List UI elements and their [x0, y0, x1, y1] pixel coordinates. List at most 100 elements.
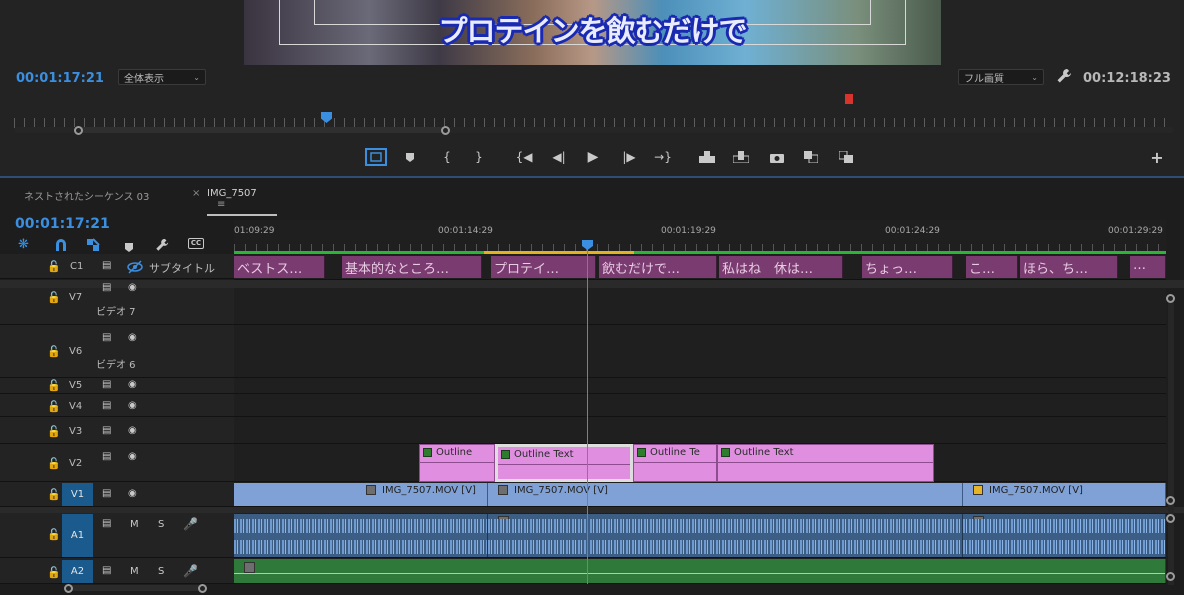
graphics-clip-selected[interactable]: Outline Text: [495, 444, 633, 482]
track-name-a1[interactable]: A1: [62, 514, 93, 557]
track-header-v1[interactable]: [0, 482, 234, 507]
track-header-v2[interactable]: [0, 444, 234, 482]
mute-button[interactable]: M: [130, 566, 139, 577]
video-clip[interactable]: IMG_7507.MOV [V]: [963, 483, 1166, 506]
track-header-v4[interactable]: [0, 394, 234, 417]
eye-icon[interactable]: ◉: [128, 332, 137, 343]
mark-in-button[interactable]: {: [436, 148, 458, 166]
lock-icon[interactable]: 🔓: [47, 425, 61, 438]
eye-icon[interactable]: ◉: [128, 400, 137, 411]
timeline-timecode[interactable]: 00:01:17:21: [15, 216, 110, 232]
eye-icon[interactable]: ◉: [128, 425, 137, 436]
add-marker-button[interactable]: [399, 148, 421, 166]
horizontal-scrollbar[interactable]: [66, 585, 206, 591]
mute-button[interactable]: M: [130, 519, 139, 530]
eye-icon[interactable]: ◉: [128, 488, 137, 499]
mark-out-button[interactable]: }: [468, 148, 490, 166]
captions-cc-icon[interactable]: CC: [188, 238, 204, 249]
monitor-zoom-bar[interactable]: [76, 127, 450, 133]
caption-clip[interactable]: ほら、ち…: [1020, 256, 1118, 278]
eye-hidden-icon[interactable]: [127, 259, 143, 274]
hscroll-left-handle[interactable]: [64, 584, 73, 593]
caption-clip[interactable]: 基本的なところ…: [342, 256, 482, 278]
program-video-frame[interactable]: プロテインを飲むだけで: [244, 0, 941, 65]
add-marker-icon[interactable]: [124, 238, 134, 252]
vscroll-top-handle[interactable]: [1166, 294, 1175, 303]
track-header-a2[interactable]: [0, 558, 234, 584]
caption-clip[interactable]: ちょっ…: [862, 256, 953, 278]
audio-clip-a2[interactable]: [234, 559, 1166, 583]
go-to-out-button[interactable]: →}: [652, 148, 674, 166]
solo-button[interactable]: S: [158, 566, 164, 577]
wrench-icon[interactable]: [1056, 68, 1072, 84]
tab-nested-sequence[interactable]: ネストされたシーケンス 03: [24, 188, 149, 203]
volume-line[interactable]: [234, 573, 1165, 574]
microphone-icon[interactable]: 🎤: [183, 517, 198, 531]
lock-icon[interactable]: 🔓: [47, 291, 61, 304]
snap-icon[interactable]: [54, 237, 68, 251]
export-frame-button[interactable]: [766, 148, 788, 166]
video-clip[interactable]: IMG_7507.MOV [V]: [234, 483, 488, 506]
lock-icon[interactable]: 🔓: [47, 345, 61, 358]
lane-v5[interactable]: [234, 378, 1166, 394]
lock-icon[interactable]: 🔓: [47, 379, 61, 392]
graphics-clip[interactable]: Outline Te: [633, 444, 717, 482]
track-name-a2[interactable]: A2: [62, 560, 93, 583]
button-editor-plus-button[interactable]: +: [1146, 148, 1168, 167]
lock-icon[interactable]: 🔓: [47, 566, 61, 579]
sync-lock-icon[interactable]: ▤: [102, 379, 111, 390]
playback-quality-select[interactable]: フル画質 ⌄: [958, 69, 1044, 85]
track-header-v3[interactable]: [0, 417, 234, 444]
lane-v6[interactable]: [234, 325, 1166, 378]
menu-icon[interactable]: ≡: [217, 199, 225, 210]
zoom-level-select[interactable]: 全体表示 ⌄: [118, 69, 206, 85]
lane-v3[interactable]: [234, 417, 1166, 444]
lock-icon[interactable]: 🔓: [47, 260, 61, 273]
vscroll-handle[interactable]: [1166, 496, 1175, 505]
sync-lock-icon[interactable]: ▤: [102, 260, 111, 271]
audio-clip[interactable]: [234, 514, 488, 557]
step-back-button[interactable]: ◀|: [548, 148, 570, 166]
caption-clip[interactable]: ベストス…: [234, 256, 325, 278]
timeline-playhead[interactable]: [587, 244, 588, 584]
safe-margins-button[interactable]: [365, 148, 387, 166]
lane-v7[interactable]: [234, 288, 1166, 325]
lock-icon[interactable]: 🔓: [47, 457, 61, 470]
insert-button[interactable]: [696, 148, 718, 166]
caption-clip[interactable]: プロテイ…: [491, 256, 596, 278]
graphics-clip[interactable]: Outline: [419, 444, 495, 482]
marker-red[interactable]: [845, 94, 853, 104]
play-button[interactable]: ▶: [582, 148, 604, 166]
audio-clip[interactable]: [488, 514, 963, 557]
toggle-proxies-button[interactable]: [835, 148, 857, 166]
caption-clip[interactable]: …: [1130, 256, 1166, 278]
nest-toggle-icon[interactable]: ❋: [18, 237, 29, 252]
timeline-settings-wrench-icon[interactable]: [155, 237, 169, 251]
sync-lock-icon[interactable]: ▤: [102, 488, 111, 499]
lock-icon[interactable]: 🔓: [47, 488, 61, 501]
track-header-v5[interactable]: [0, 378, 234, 394]
comparison-view-button[interactable]: [800, 148, 822, 166]
vscroll-handle[interactable]: [1166, 572, 1175, 581]
step-forward-button[interactable]: |▶: [618, 148, 640, 166]
overwrite-button[interactable]: [730, 148, 752, 166]
sync-lock-icon[interactable]: ▤: [102, 282, 111, 293]
track-header-a1[interactable]: [0, 513, 234, 558]
tab-img-7507[interactable]: IMG_7507 ≡: [207, 188, 277, 216]
eye-icon[interactable]: ◉: [128, 451, 137, 462]
eye-icon[interactable]: ◉: [128, 282, 137, 293]
playhead-timecode[interactable]: 00:01:17:21: [16, 71, 104, 86]
caption-clip[interactable]: こ…: [966, 256, 1018, 278]
tab-close-icon[interactable]: ×: [192, 188, 200, 199]
lock-icon[interactable]: 🔓: [47, 400, 61, 413]
graphics-clip[interactable]: Outline Text: [717, 444, 934, 482]
vscroll-handle[interactable]: [1166, 514, 1175, 523]
caption-clip[interactable]: 私はね 休は…: [719, 256, 843, 278]
sync-lock-icon[interactable]: ▤: [102, 451, 111, 462]
microphone-icon[interactable]: 🎤: [183, 564, 198, 578]
lane-v4[interactable]: [234, 394, 1166, 417]
sync-lock-icon[interactable]: ▤: [102, 400, 111, 411]
sync-lock-icon[interactable]: ▤: [102, 332, 111, 343]
go-to-in-button[interactable]: {◀: [513, 148, 535, 166]
solo-button[interactable]: S: [158, 519, 164, 530]
